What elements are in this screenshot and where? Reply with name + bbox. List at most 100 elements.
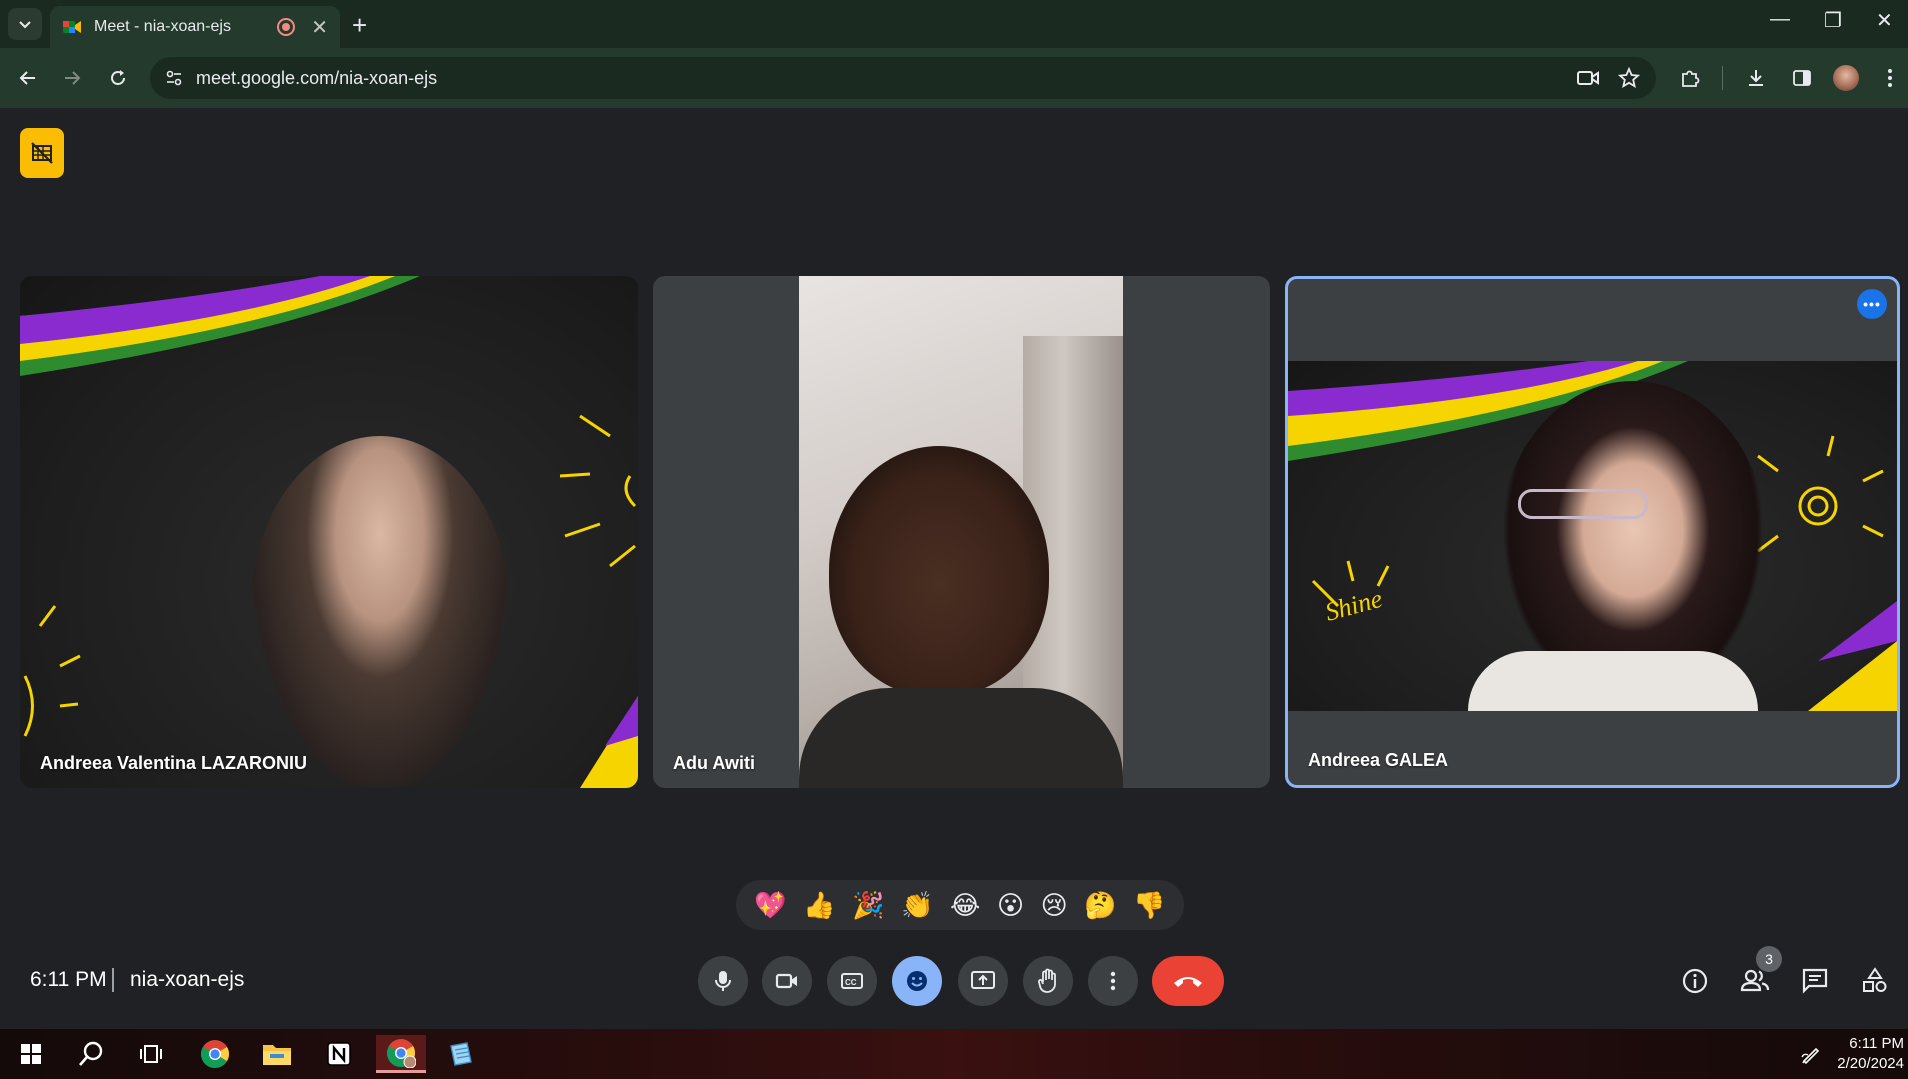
meeting-details-button[interactable]: [1674, 960, 1716, 1002]
raise-hand-icon: [1038, 968, 1056, 993]
call-end-icon: [1174, 977, 1202, 987]
reload-button[interactable]: [104, 64, 132, 92]
downloads-button[interactable]: [1742, 64, 1770, 92]
tab-search-button[interactable]: [8, 8, 42, 40]
camera-button[interactable]: [762, 956, 812, 1006]
camera-in-use-icon[interactable]: [1576, 68, 1600, 88]
activities-button[interactable]: [1854, 960, 1896, 1002]
notion-icon: [327, 1042, 351, 1066]
present-screen-button[interactable]: [958, 956, 1008, 1006]
toolbar-divider: [1722, 66, 1723, 90]
browser-tab-meet[interactable]: Meet - nia-xoan-ejs ✕: [50, 6, 340, 48]
taskbar-chrome-profile[interactable]: [376, 1035, 426, 1073]
address-bar[interactable]: meet.google.com/nia-xoan-ejs: [150, 57, 1656, 99]
video-camera-icon: [775, 973, 797, 989]
search-button[interactable]: [66, 1035, 116, 1073]
taskbar-notion[interactable]: [314, 1035, 364, 1073]
tab-title: Meet - nia-xoan-ejs: [94, 18, 231, 35]
closed-captions-icon: CC: [841, 973, 863, 989]
arrow-left-icon: [19, 71, 35, 85]
folder-icon: [263, 1045, 291, 1065]
participant-tile[interactable]: Andreea Valentina LAZARONIU: [20, 276, 638, 788]
meet-favicon-icon: [63, 21, 81, 33]
windows-taskbar: 6:11 PM 2/20/2024: [0, 1029, 1908, 1079]
microphone-icon: [715, 971, 731, 991]
participant-name: Andreea GALEA: [1308, 750, 1449, 770]
extensions-button[interactable]: [1676, 64, 1704, 92]
site-settings-icon[interactable]: [164, 68, 184, 88]
microphone-button[interactable]: [698, 956, 748, 1006]
search-icon: [79, 1041, 103, 1066]
meet-stage: Andreea Valentina LAZARONIU Adu Awiti Sh…: [0, 108, 1908, 1029]
task-view-button[interactable]: [126, 1035, 176, 1073]
reaction-party-popper[interactable]: 🎉: [852, 890, 884, 921]
windows-logo-icon: [21, 1044, 41, 1064]
glasses-shape: [1518, 489, 1648, 519]
pen-menu-icon[interactable]: [1800, 1043, 1822, 1070]
raise-hand-button[interactable]: [1023, 956, 1073, 1006]
sweater-shape: [1468, 651, 1758, 711]
back-button[interactable]: [14, 64, 42, 92]
new-tab-button[interactable]: +: [352, 10, 367, 41]
task-view-icon: [140, 1045, 162, 1063]
participant-tile-active[interactable]: Shine ••• Andreea GALEA: [1285, 276, 1900, 788]
reaction-clapping[interactable]: 👏: [901, 890, 933, 921]
chat-icon: [1802, 968, 1828, 994]
system-clock[interactable]: 6:11 PM 2/20/2024: [1837, 1034, 1904, 1074]
meeting-time: 6:11 PM: [30, 968, 107, 991]
present-to-all-icon: [971, 971, 995, 989]
captions-button[interactable]: CC: [827, 956, 877, 1006]
url-text: meet.google.com/nia-xoan-ejs: [196, 67, 438, 88]
taskbar-chrome[interactable]: [190, 1035, 240, 1073]
more-vert-icon: [1110, 971, 1116, 991]
participant-name: Adu Awiti: [673, 753, 755, 773]
more-vert-icon: [1888, 69, 1892, 87]
start-button[interactable]: [6, 1035, 56, 1073]
notepad-icon: [450, 1042, 472, 1066]
restore-button[interactable]: ❐: [1824, 8, 1842, 33]
minimize-button[interactable]: —: [1770, 8, 1790, 31]
no-video-indicator[interactable]: [20, 128, 64, 178]
participant-count-badge: 3: [1756, 946, 1782, 972]
reaction-thinking[interactable]: 🤔: [1084, 890, 1116, 921]
reaction-thumbs-up[interactable]: 👍: [803, 890, 835, 921]
participant-tile[interactable]: Adu Awiti: [653, 276, 1270, 788]
reaction-thumbs-down[interactable]: 👎: [1133, 890, 1165, 921]
tile-more-options-button[interactable]: •••: [1857, 289, 1887, 319]
participant-video: [799, 276, 1123, 788]
reaction-laughing[interactable]: 😂: [950, 890, 980, 921]
video-off-icon: [31, 142, 53, 164]
forward-button[interactable]: [58, 64, 86, 92]
side-panel-icon: [1793, 70, 1811, 86]
people-icon: [1740, 969, 1770, 992]
reactions-bar: 💖 👍 🎉 👏 😂 😮 😢 🤔 👎: [736, 880, 1184, 930]
browser-menu-button[interactable]: [1876, 64, 1904, 92]
reaction-sparkling-heart[interactable]: 💖: [754, 890, 786, 921]
reaction-crying[interactable]: 😢: [1041, 890, 1068, 921]
taskbar-file-explorer[interactable]: [252, 1035, 302, 1073]
chat-button[interactable]: [1794, 960, 1836, 1002]
clock-time: 6:11 PM: [1849, 1035, 1904, 1052]
clock-date: 2/20/2024: [1837, 1055, 1904, 1072]
reaction-surprised[interactable]: 😮: [997, 890, 1024, 921]
participant-video: [250, 436, 510, 788]
profile-avatar[interactable]: [1832, 64, 1860, 92]
activities-shapes-icon: [1863, 967, 1887, 992]
more-options-button[interactable]: [1088, 956, 1138, 1006]
emoji-smile-icon: [907, 971, 927, 991]
reactions-button[interactable]: [892, 956, 942, 1006]
puzzle-icon: [1682, 70, 1700, 87]
side-panel-button[interactable]: [1788, 64, 1816, 92]
chrome-icon: [201, 1040, 229, 1069]
close-tab-icon[interactable]: ✕: [311, 15, 328, 40]
reload-icon: [111, 70, 125, 85]
svg-text:CC: CC: [845, 978, 857, 987]
taskbar-notepad[interactable]: [436, 1035, 486, 1073]
info-icon: [1682, 968, 1708, 994]
close-window-button[interactable]: ✕: [1876, 8, 1893, 33]
leave-call-button[interactable]: [1152, 956, 1224, 1006]
browser-titlebar: Meet - nia-xoan-ejs ✕ + — ❐ ✕: [0, 0, 1908, 48]
time-separator: [112, 968, 114, 992]
bookmark-star-icon[interactable]: [1618, 67, 1640, 89]
participant-name: Andreea Valentina LAZARONIU: [40, 753, 308, 773]
